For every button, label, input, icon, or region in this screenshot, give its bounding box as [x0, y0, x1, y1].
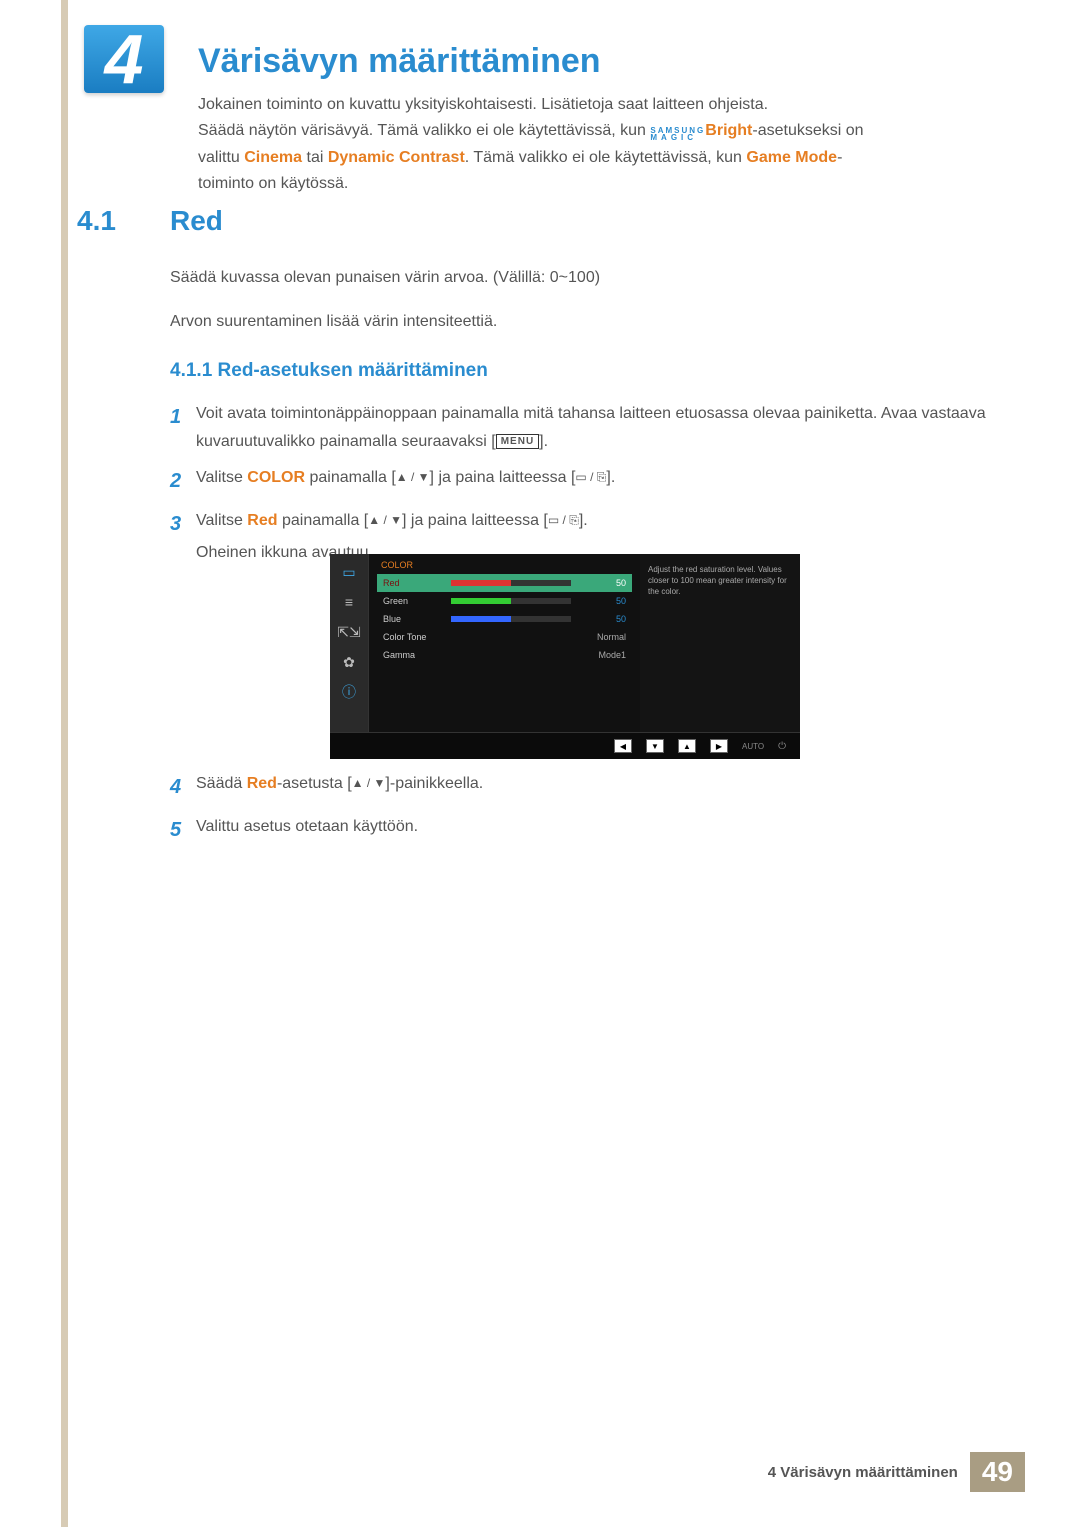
gear-icon: ✿ — [338, 652, 360, 672]
osd-row-green: Green 50 — [377, 592, 632, 610]
updown-icon: ▲ / ▼ — [396, 467, 430, 488]
intro-line-2: Säädä näytön värisävyä. Tämä valikko ei … — [198, 118, 988, 144]
right-arrow-icon: ▶ — [710, 739, 728, 753]
osd-row-red: Red 50 — [377, 574, 632, 592]
osd-row-gamma: Gamma Mode1 — [377, 646, 632, 664]
section-desc-2: Arvon suurentaminen lisää värin intensit… — [170, 309, 990, 335]
page-footer: 4 Värisävyn määrittäminen 49 — [768, 1452, 1025, 1492]
down-arrow-icon: ▼ — [646, 739, 664, 753]
step-4: 4 Säädä Red-asetusta [▲ / ▼]-painikkeell… — [170, 770, 990, 805]
osd-help-text: Adjust the red saturation level. Values … — [640, 554, 800, 732]
updown-icon: ▲ / ▼ — [352, 773, 386, 794]
page-number: 49 — [970, 1452, 1025, 1492]
step-5: 5 Valittu asetus otetaan käyttöön. — [170, 813, 990, 848]
sidebar-strip — [61, 0, 68, 1527]
section-title: Red — [170, 205, 223, 237]
list-icon: ≡ — [338, 592, 360, 612]
steps-after: 4 Säädä Red-asetusta [▲ / ▼]-painikkeell… — [170, 770, 990, 856]
up-arrow-icon: ▲ — [678, 739, 696, 753]
osd-row-blue: Blue 50 — [377, 610, 632, 628]
steps: 1 Voit avata toimintonäppäinoppaan paina… — [170, 400, 990, 575]
footer-chapter-label: 4 Värisävyn määrittäminen — [768, 1464, 970, 1481]
intro-line-4: toiminto on käytössä. — [198, 171, 988, 197]
monitor-icon: ▭ — [338, 562, 360, 582]
osd-panel-title: COLOR — [377, 560, 632, 570]
subsection-title: 4.1.1 Red-asetuksen määrittäminen — [170, 360, 488, 382]
osd-footer: ◀ ▼ ▲ ▶ AUTO ⏻ — [330, 732, 800, 759]
step-1: 1 Voit avata toimintonäppäinoppaan paina… — [170, 400, 990, 456]
chapter-intro: Jokainen toiminto on kuvattu yksityiskoh… — [198, 92, 988, 198]
red-slider — [451, 580, 571, 586]
section-desc-1: Säädä kuvassa olevan punaisen värin arvo… — [170, 265, 990, 291]
osd-screenshot: ▭ ≡ ⇱⇲ ✿ ⓘ COLOR Red 50 Green 50 Blue 50… — [330, 554, 800, 759]
osd-row-colortone: Color Tone Normal — [377, 628, 632, 646]
chapter-title: Värisävyn määrittäminen — [198, 42, 601, 81]
auto-label: AUTO — [742, 742, 764, 751]
menu-key: MENU — [496, 434, 539, 449]
blue-slider — [451, 616, 571, 622]
updown-icon: ▲ / ▼ — [368, 510, 402, 531]
resize-icon: ⇱⇲ — [338, 622, 360, 642]
osd-main: COLOR Red 50 Green 50 Blue 50 Color Tone… — [368, 554, 640, 732]
enter-icon: ▭ / ⎘ — [575, 467, 606, 488]
power-icon: ⏻ — [778, 741, 786, 752]
step-2: 2 Valitse COLOR painamalla [▲ / ▼] ja pa… — [170, 464, 990, 499]
intro-line-3: valittu Cinema tai Dynamic Contrast. Täm… — [198, 145, 988, 171]
left-arrow-icon: ◀ — [614, 739, 632, 753]
section-number: 4.1 — [77, 205, 116, 237]
chapter-number-badge: 4 — [84, 25, 164, 93]
green-slider — [451, 598, 571, 604]
intro-line-1: Jokainen toiminto on kuvattu yksityiskoh… — [198, 92, 988, 118]
enter-icon: ▭ / ⎘ — [548, 510, 579, 531]
osd-sidebar: ▭ ≡ ⇱⇲ ✿ ⓘ — [330, 554, 368, 732]
info-icon: ⓘ — [338, 682, 360, 702]
